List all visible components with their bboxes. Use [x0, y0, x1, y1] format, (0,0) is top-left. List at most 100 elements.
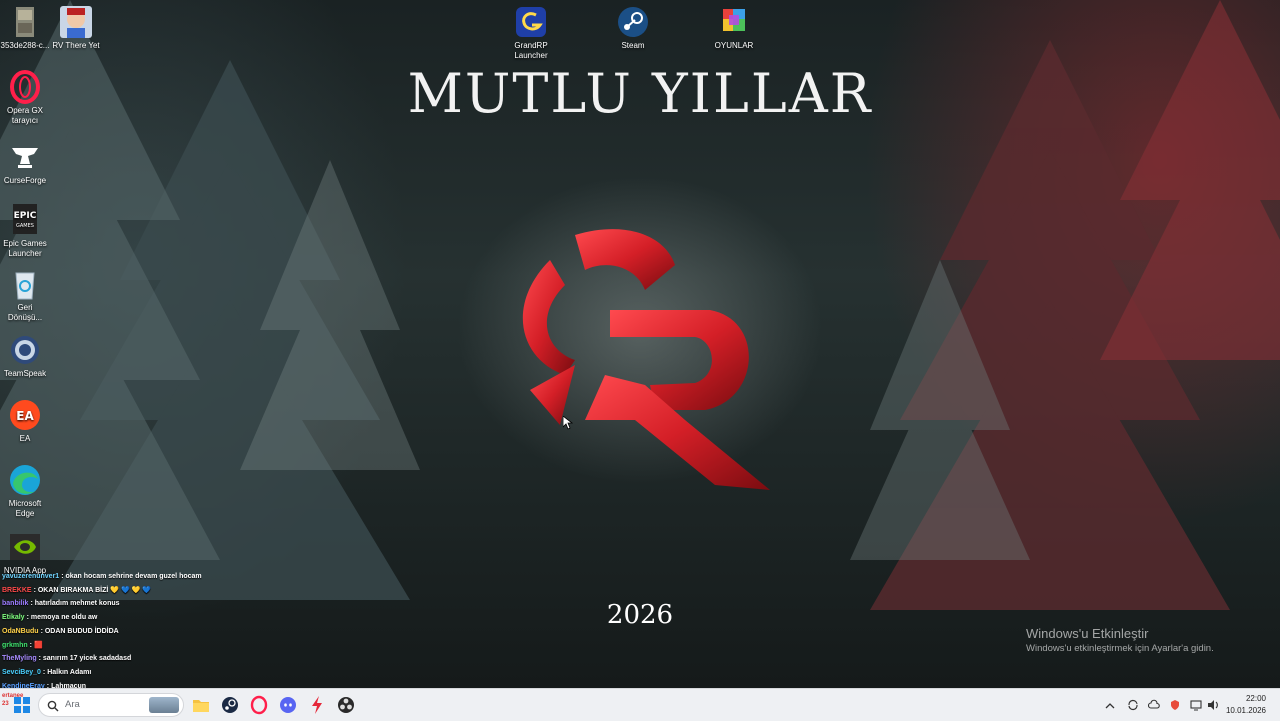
epic-games-label: Epic Games Launcher: [3, 239, 47, 258]
curseforge-desktop-icon[interactable]: CurseForge: [0, 140, 57, 186]
epic-games-icon: EPIC GAMES: [8, 203, 42, 237]
file-icon: [8, 5, 42, 39]
edge-icon: [8, 463, 42, 497]
chat-text: : Halkın Adamı: [42, 668, 92, 676]
grandrp-label: GrandRP Launcher: [514, 41, 548, 60]
shield-icon[interactable]: [1169, 698, 1181, 716]
opera-gx-label: Opera GX tarayıcı: [6, 106, 43, 125]
chat-message: KendineEray: Lahmacun: [2, 680, 262, 688]
chat-message: TheMyling: sanırım 17 yicek sadadasd: [2, 652, 262, 666]
chat-text: : hatırladım mehmet konus: [30, 600, 120, 608]
chat-message: OdaNBudu: ODAN BUDUD İDDİDA: [2, 625, 262, 639]
chat-username: banbilik: [2, 600, 29, 608]
speaker-icon[interactable]: [1207, 698, 1219, 716]
opera-gx-icon: [8, 70, 42, 104]
ea-icon: EA: [8, 398, 42, 432]
chat-text: : sanırım 17 yicek sadadasd: [38, 655, 132, 663]
chat-text: : OKAN BIRAKMA BİZİ 💛 💙 💛 💙: [33, 586, 151, 594]
rv-there-yet-label: RV There Yet: [52, 41, 100, 50]
clock-date: 10.01.2026: [1225, 706, 1266, 715]
chat-message: banbilik: hatırladım mehmet konus: [2, 597, 262, 611]
display-icon[interactable]: [1190, 698, 1202, 716]
rv-there-yet-icon: [59, 5, 93, 39]
ea-label: EA: [19, 434, 31, 443]
edge-label: Microsoft Edge: [8, 499, 42, 518]
epic-games-desktop-icon[interactable]: EPIC GAMES Epic Games Launcher: [0, 203, 57, 259]
steam-label: Steam: [621, 41, 645, 50]
ea-desktop-icon[interactable]: EA EA: [0, 398, 57, 444]
activation-watermark: Windows'u Etkinleştir Windows'u etkinleş…: [1026, 626, 1214, 654]
cloud-icon[interactable]: [1147, 698, 1160, 716]
grandrp-icon: [514, 5, 548, 39]
taskbar-obs[interactable]: [337, 694, 355, 716]
chat-username: yavuzerenunver1: [2, 573, 60, 580]
chat-message: Etikaly: memoya ne oldu aw: [2, 611, 262, 625]
watermark-subtitle: Windows'u etkinleştirmek için Ayarlar'a …: [1026, 643, 1214, 654]
obs-icon: [338, 697, 354, 713]
chat-message: yavuzerenunver1: okan hocam sehrine deva…: [2, 570, 262, 584]
sync-icon[interactable]: [1127, 698, 1139, 716]
chat-username: Etikaly: [2, 614, 25, 622]
chat-username: grkmhn: [2, 641, 28, 649]
chat-message: grkmhn: 🟥: [2, 639, 262, 653]
recycle-bin-icon: [8, 267, 42, 301]
taskbar-discord[interactable]: [279, 694, 297, 716]
oyunlar-desktop-icon[interactable]: OYUNLAR: [702, 5, 766, 51]
taskbar-opera-gx[interactable]: [250, 694, 268, 716]
search-placeholder: Ara: [65, 699, 80, 710]
search-icon: [47, 699, 59, 717]
badge-label: ertanee: [2, 693, 24, 699]
chat-username: TheMyling: [2, 655, 37, 663]
taskbar-app-red[interactable]: [308, 694, 326, 716]
chat-message: BREKKE: OKAN BIRAKMA BİZİ 💛 💙 💛 💙: [2, 584, 262, 598]
wallpaper-title: MUTLU YILLAR: [407, 62, 873, 125]
folder-icon: [193, 700, 209, 712]
desktop-wallpaper: MUTLU YILLAR 2026 353de288-c... RV There…: [0, 0, 1280, 688]
chat-text: : ODAN BUDUD İDDİDA: [40, 627, 119, 635]
taskbar-steam[interactable]: [221, 694, 239, 716]
curseforge-icon: [8, 140, 42, 174]
stream-viewer-badge: ertanee 23: [2, 692, 23, 708]
taskbar-file-explorer[interactable]: [192, 694, 210, 716]
wallpaper-year: 2026: [606, 600, 674, 630]
stream-chat-overlay: yavuzerenunver1: okan hocam sehrine deva…: [2, 570, 262, 688]
opera-gx-taskbar-icon: [250, 695, 268, 715]
recycle-bin-desktop-icon[interactable]: Geri Dönüşü...: [0, 267, 57, 323]
grandrp-desktop-icon[interactable]: GrandRP Launcher: [499, 5, 563, 61]
teamspeak-icon: [8, 333, 42, 367]
chat-text: : memoya ne oldu aw: [26, 614, 98, 622]
nvidia-icon: [8, 530, 42, 564]
chat-username: BREKKE: [2, 586, 32, 594]
discord-icon: [280, 697, 296, 713]
svg-text:EPIC: EPIC: [14, 211, 37, 221]
teamspeak-label: TeamSpeak: [3, 369, 47, 378]
search-highlight-image: [149, 697, 179, 713]
rv-there-yet-desktop-icon[interactable]: RV There Yet: [44, 5, 108, 51]
oyunlar-icon: [717, 5, 751, 39]
edge-desktop-icon[interactable]: Microsoft Edge: [0, 463, 57, 519]
lightning-app-icon: [312, 696, 322, 714]
grandrp-logo: [505, 225, 775, 495]
chat-username: SevciBey_0: [2, 668, 41, 676]
opera-gx-desktop-icon[interactable]: Opera GX tarayıcı: [0, 70, 57, 126]
oyunlar-label: OYUNLAR: [714, 41, 754, 50]
clock-time: 22:00: [1245, 694, 1266, 703]
svg-text:EA: EA: [16, 409, 34, 423]
teamspeak-desktop-icon[interactable]: TeamSpeak: [0, 333, 57, 379]
steam-taskbar-icon: [222, 697, 238, 713]
chevron-up-icon[interactable]: [1105, 698, 1115, 716]
svg-text:GAMES: GAMES: [16, 223, 34, 229]
mouse-cursor-icon: [562, 415, 574, 435]
chat-text: : 🟥: [29, 641, 43, 649]
recycle-bin-label: Geri Dönüşü...: [7, 303, 43, 322]
badge-count: 23: [2, 701, 9, 707]
watermark-title: Windows'u Etkinleştir: [1026, 626, 1149, 641]
steam-desktop-icon[interactable]: Steam: [601, 5, 665, 51]
chat-username: OdaNBudu: [2, 627, 39, 635]
taskbar-clock[interactable]: 22:00 10.01.2026: [1226, 693, 1266, 717]
curseforge-label: CurseForge: [3, 176, 47, 185]
taskbar: Ara 22:00 10.01.2026: [0, 688, 1280, 721]
taskbar-search-box[interactable]: Ara: [38, 693, 184, 717]
steam-icon: [616, 5, 650, 39]
chat-message: SevciBey_0: Halkın Adamı: [2, 666, 262, 680]
